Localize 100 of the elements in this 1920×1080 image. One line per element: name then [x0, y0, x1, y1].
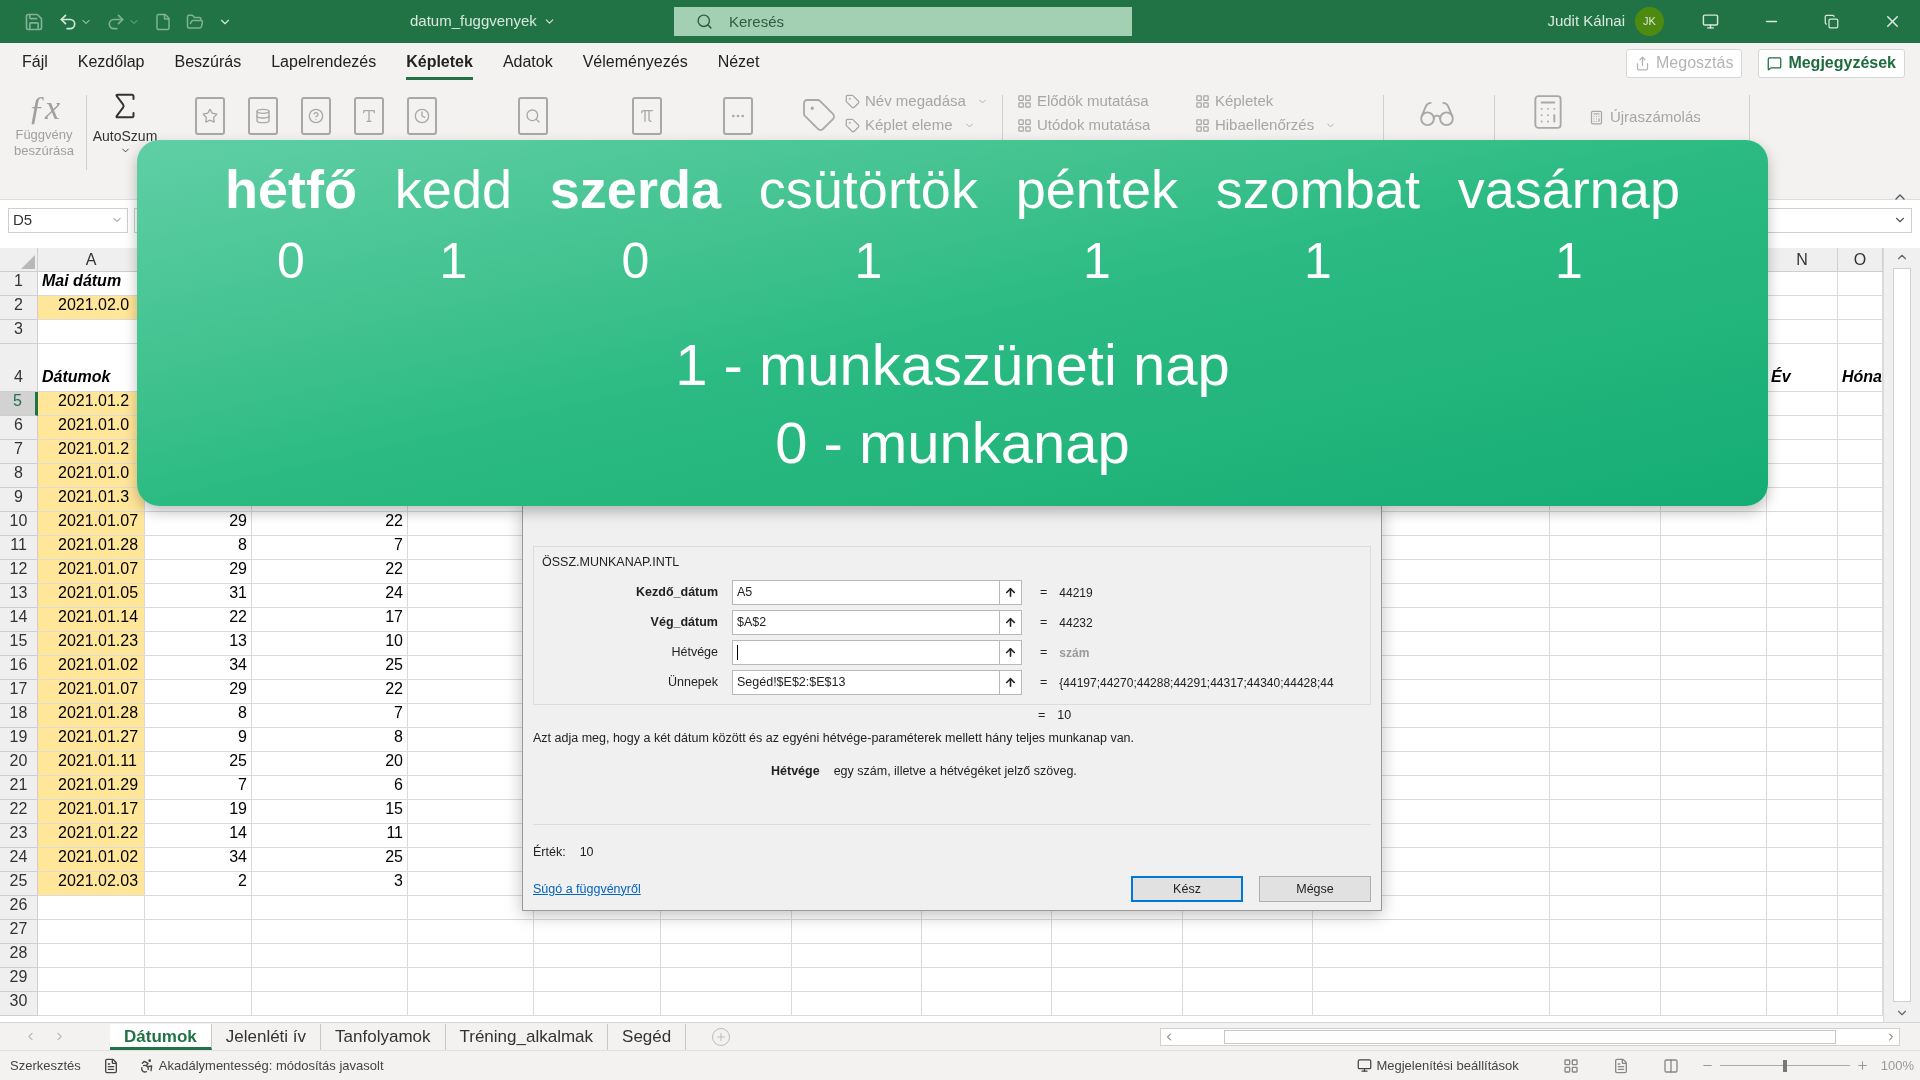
accessibility-status[interactable]: Akadálymentesség: módosítás javasolt: [158, 1055, 384, 1076]
menu-tab[interactable]: Beszúrás: [174, 46, 242, 80]
menu-tab[interactable]: Véleményezés: [582, 46, 688, 80]
undo-icon[interactable]: [58, 11, 78, 32]
row-header[interactable]: 15: [0, 632, 38, 656]
row-header[interactable]: 23: [0, 824, 38, 848]
menu-tab[interactable]: Adatok: [502, 46, 553, 80]
menu-tab[interactable]: Nézet: [717, 46, 760, 80]
row-header[interactable]: 28: [0, 944, 38, 968]
save-icon[interactable]: [24, 11, 44, 32]
dialog-button[interactable]: Mégse: [1259, 876, 1371, 902]
row-header[interactable]: 14: [0, 608, 38, 632]
row-header[interactable]: 16: [0, 656, 38, 680]
column-header[interactable]: O: [1838, 248, 1883, 272]
slider-thumb[interactable]: [1782, 1059, 1787, 1072]
autosum-button[interactable]: AutoSzum: [93, 89, 157, 156]
tag-icon[interactable]: [801, 97, 837, 133]
argument-label: Hétvége: [670, 644, 719, 662]
row-header[interactable]: 5: [0, 392, 38, 416]
sheet-tab[interactable]: Tanfolyamok: [321, 1023, 446, 1050]
magnifier-book-icon[interactable]: [518, 97, 548, 135]
sheet-tab[interactable]: Segéd: [608, 1023, 687, 1050]
star-book-icon[interactable]: [195, 97, 225, 135]
row-header[interactable]: 3: [0, 320, 38, 344]
column-header[interactable]: N: [1767, 248, 1838, 272]
sheet-tab[interactable]: Jelenléti ív: [211, 1023, 322, 1050]
row-header[interactable]: 8: [0, 464, 38, 488]
display-settings-icon[interactable]: [1357, 1058, 1373, 1073]
sheet-tab[interactable]: Dátumok: [110, 1023, 212, 1050]
row-header[interactable]: 29: [0, 968, 38, 992]
row-header[interactable]: 4: [0, 344, 38, 392]
row-header[interactable]: 19: [0, 728, 38, 752]
horizontal-scrollbar[interactable]: [1160, 1027, 1900, 1046]
help-link[interactable]: Súgó a függvényről: [533, 879, 641, 899]
menu-tab[interactable]: Fájl: [22, 46, 48, 80]
display-settings[interactable]: Megjelenítési beállítások: [1376, 1055, 1519, 1076]
scrollbar-thumb[interactable]: [1224, 1029, 1836, 1044]
row-header[interactable]: 1: [0, 272, 38, 296]
argument-field[interactable]: A5: [732, 580, 1022, 606]
math-book-icon[interactable]: [632, 97, 662, 135]
normal-view-icon[interactable]: [1562, 1057, 1579, 1074]
ribbon-display-icon[interactable]: [1702, 13, 1719, 30]
row-header[interactable]: 2: [0, 296, 38, 320]
row-header[interactable]: 17: [0, 680, 38, 704]
function-name: ÖSSZ.MUNKANAP.INTL: [542, 554, 681, 571]
vertical-scrollbar[interactable]: [1883, 248, 1920, 1022]
table-cell: [1767, 560, 1838, 584]
row-header[interactable]: 21: [0, 776, 38, 800]
menu-tab[interactable]: Képletek: [406, 46, 473, 80]
macro-record-icon[interactable]: [102, 1057, 119, 1074]
row-header[interactable]: 7: [0, 440, 38, 464]
page-layout-icon[interactable]: [1612, 1057, 1629, 1074]
row-header[interactable]: 13: [0, 584, 38, 608]
table-cell: 2: [145, 872, 252, 896]
table-cell: 6: [252, 776, 408, 800]
new-file-icon[interactable]: [154, 12, 172, 31]
user-avatar[interactable]: JK: [1635, 7, 1664, 36]
row-header[interactable]: 30: [0, 992, 38, 1016]
row-header[interactable]: 6: [0, 416, 38, 440]
restore-icon[interactable]: [1824, 14, 1839, 29]
folder-icon[interactable]: [186, 12, 204, 31]
row-header[interactable]: 11: [0, 536, 38, 560]
table-cell: 2021.01.07: [38, 680, 145, 704]
scrollbar-thumb[interactable]: [1893, 268, 1911, 1002]
row-header[interactable]: 18: [0, 704, 38, 728]
argument-field[interactable]: [732, 640, 1022, 666]
row-header[interactable]: 25: [0, 872, 38, 896]
database-book-icon[interactable]: [248, 97, 278, 135]
row-header[interactable]: 10: [0, 512, 38, 536]
zoom-slider[interactable]: [1719, 1059, 1850, 1072]
zoom-in-icon[interactable]: [1855, 1059, 1869, 1072]
argument-field[interactable]: Segéd!$E$2:$E$13: [732, 670, 1022, 696]
table-cell: [1767, 848, 1838, 872]
argument-field[interactable]: $A$2: [732, 610, 1022, 636]
comments-button[interactable]: Megjegyzések: [1758, 48, 1905, 78]
table-cell: 22: [252, 560, 408, 584]
question-book-icon[interactable]: [301, 97, 331, 135]
clock-book-icon[interactable]: [407, 97, 437, 135]
accessibility-icon[interactable]: [138, 1057, 155, 1074]
dots-book-icon[interactable]: [723, 97, 753, 135]
redo-icon[interactable]: [106, 11, 126, 32]
row-header[interactable]: 27: [0, 920, 38, 944]
row-header[interactable]: 20: [0, 752, 38, 776]
text-book-icon[interactable]: [354, 97, 384, 135]
table-cell: 2021.01.29: [38, 776, 145, 800]
row-header[interactable]: 22: [0, 800, 38, 824]
table-cell: [1767, 512, 1838, 536]
menu-tab[interactable]: Kezdőlap: [77, 46, 145, 80]
select-all-icon[interactable]: [21, 255, 35, 269]
dialog-button[interactable]: Kész: [1131, 876, 1243, 902]
menu-tab[interactable]: Lapelrendezés: [271, 46, 377, 80]
search-field[interactable]: Keresés: [674, 7, 1132, 36]
row-header[interactable]: 12: [0, 560, 38, 584]
row-header[interactable]: 26: [0, 896, 38, 920]
row-header[interactable]: 9: [0, 488, 38, 512]
sheet-tab[interactable]: Tréning_alkalmak: [445, 1023, 609, 1050]
name-box[interactable]: D5: [8, 207, 128, 233]
row-header[interactable]: 24: [0, 848, 38, 872]
value-text: 10: [579, 844, 594, 862]
page-break-icon[interactable]: [1662, 1057, 1679, 1074]
